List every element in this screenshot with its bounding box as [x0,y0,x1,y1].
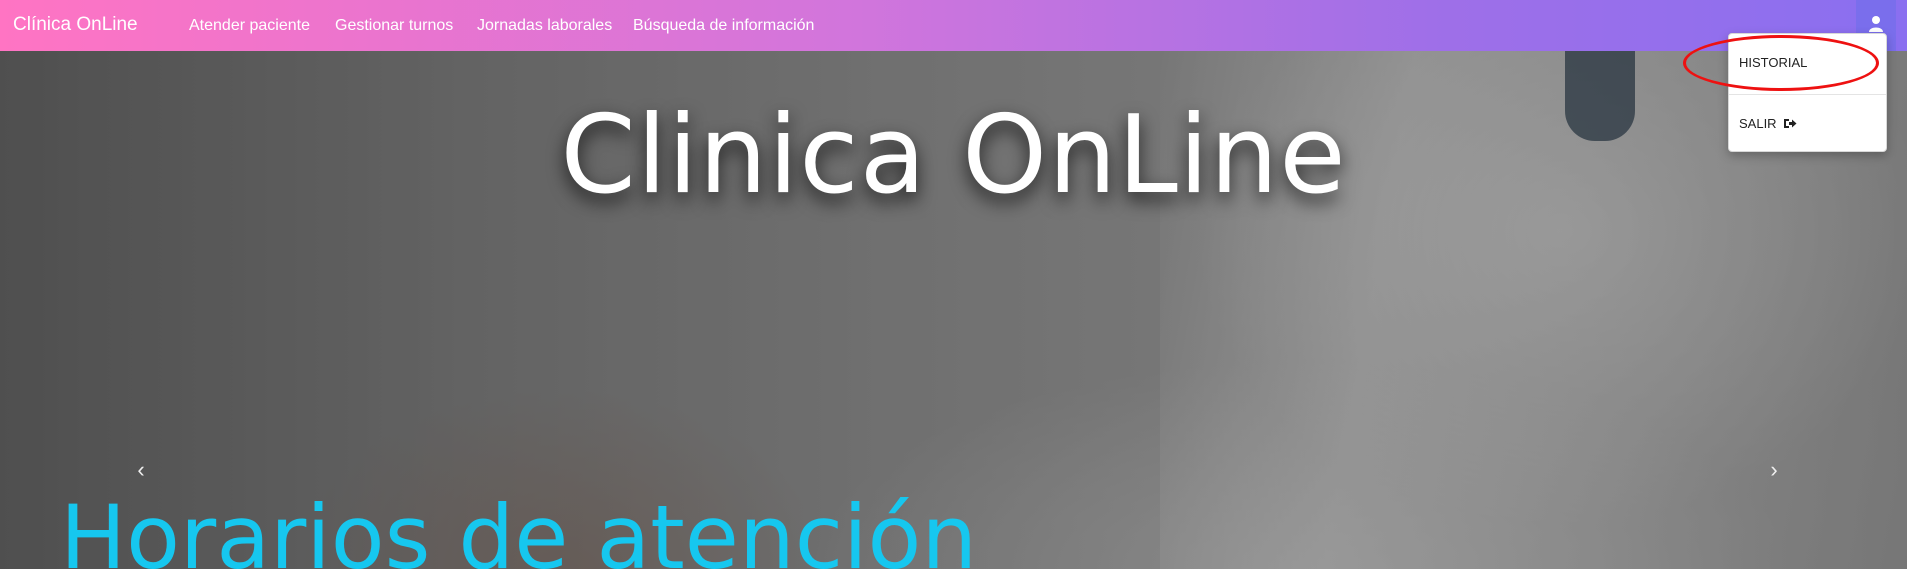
carousel-next-button[interactable]: › [1762,458,1786,482]
carousel-prev-button[interactable]: ‹ [129,458,153,482]
nav-busqueda-informacion[interactable]: Búsqueda de información [633,16,814,36]
menu-divider [1729,94,1886,95]
brand-link[interactable]: Clínica OnLine [13,13,138,37]
navbar: Clínica OnLine Atender paciente Gestiona… [0,0,1907,51]
nav-jornadas-laborales[interactable]: Jornadas laborales [477,16,612,36]
hero-title: Clinica OnLine [560,93,1347,218]
user-icon [1869,16,1883,32]
sign-out-icon [1784,119,1797,128]
hero-subtitle: Horarios de atención [60,486,978,569]
nav-atender-paciente[interactable]: Atender paciente [189,16,310,36]
nav-gestionar-turnos[interactable]: Gestionar turnos [335,16,453,36]
highlight-annotation [1683,35,1879,91]
menu-item-salir-label: SALIR [1739,116,1777,131]
menu-item-salir[interactable]: SALIR [1739,116,1797,132]
